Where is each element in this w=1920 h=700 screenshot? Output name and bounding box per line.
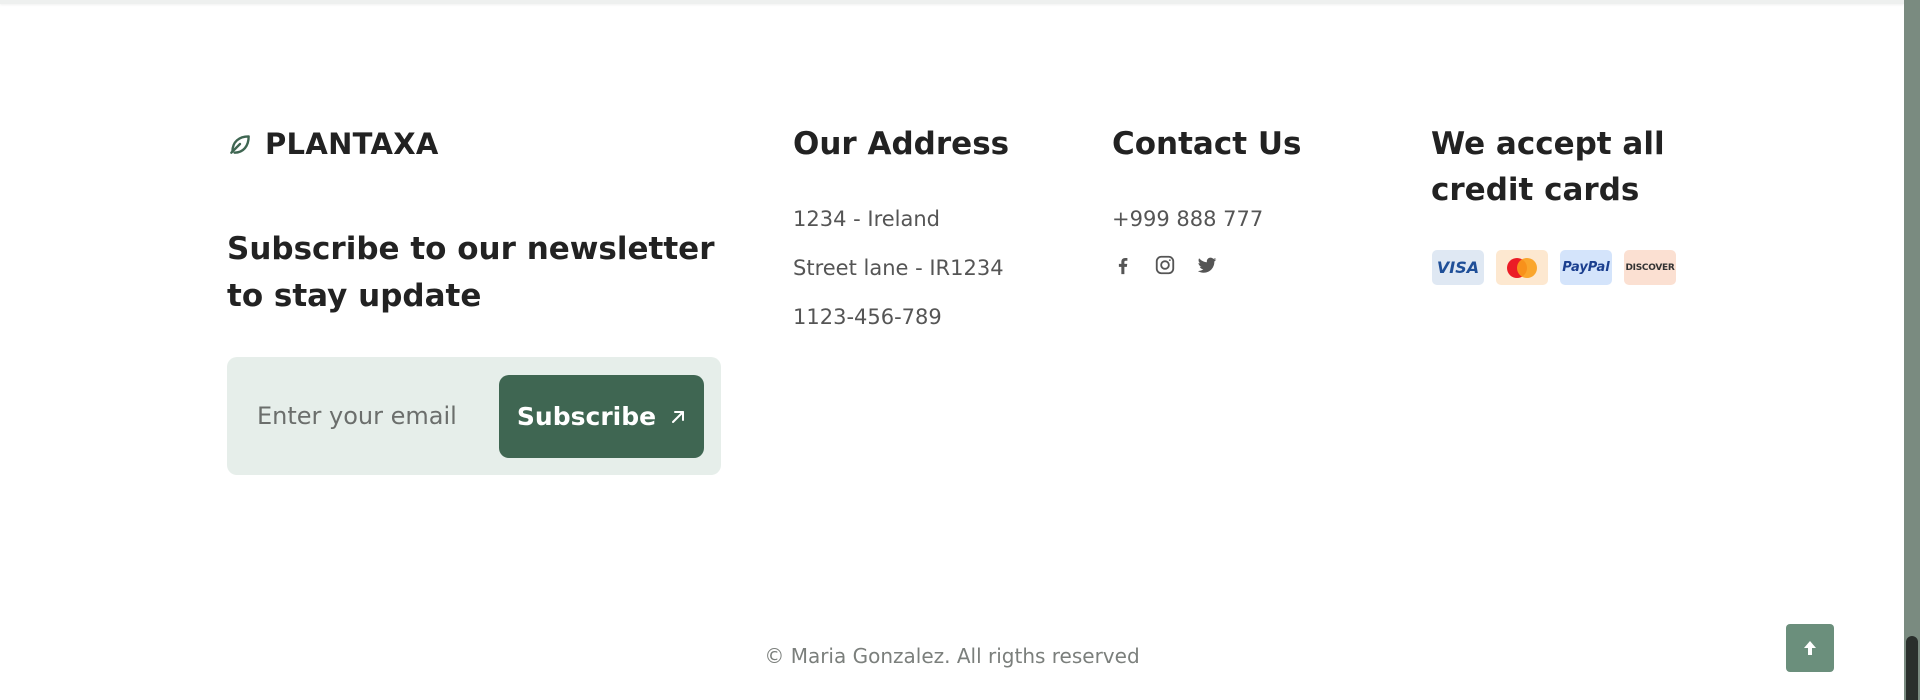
discover-card: DISCOVER [1624, 250, 1676, 285]
facebook-icon[interactable] [1112, 254, 1134, 276]
twitter-icon[interactable] [1196, 254, 1218, 276]
leaf-icon [227, 131, 253, 157]
back-to-top-button[interactable] [1786, 624, 1834, 672]
address-line-3: 1123-456-789 [793, 305, 942, 329]
subscribe-button-label: Subscribe [516, 402, 657, 431]
instagram-icon[interactable] [1154, 254, 1176, 276]
contact-phone[interactable]: +999 888 777 [1112, 204, 1263, 234]
scrollbar[interactable] [1904, 0, 1920, 700]
subscribe-button[interactable]: Subscribe [499, 375, 704, 458]
scrollbar-thumb[interactable] [1906, 636, 1918, 700]
visa-card: VISA [1432, 250, 1484, 285]
social-links [1112, 254, 1218, 276]
email-input[interactable] [257, 382, 472, 450]
subscribe-form: Subscribe [227, 357, 721, 475]
mastercard-card [1496, 250, 1548, 285]
arrow-up-icon [1801, 639, 1819, 657]
contact-heading: Contact Us [1112, 126, 1302, 162]
header-divider [0, 0, 1904, 4]
payment-heading: We accept all credit cards [1431, 126, 1665, 208]
address-line-1: 1234 - Ireland [793, 207, 940, 231]
brand[interactable]: PLANTAXA [227, 124, 439, 164]
paypal-card: PayPal [1560, 250, 1612, 285]
discover-label: DISCOVER [1625, 262, 1675, 273]
arrow-up-right-icon [670, 409, 686, 425]
brand-name: PLANTAXA [265, 127, 439, 161]
newsletter-heading: Subscribe to our newsletter to stay upda… [227, 231, 715, 314]
paypal-label: PayPal [1562, 260, 1610, 275]
address-heading: Our Address [793, 126, 1010, 162]
visa-label: VISA [1436, 258, 1480, 277]
copyright-text: © Maria Gonzalez. All rigths reserved [764, 644, 1140, 668]
payment-cards: VISA PayPal DISCOVER [1432, 250, 1676, 285]
address-line-2: Street lane - IR1234 [793, 256, 1004, 280]
mastercard-logo-icon [1507, 257, 1537, 278]
